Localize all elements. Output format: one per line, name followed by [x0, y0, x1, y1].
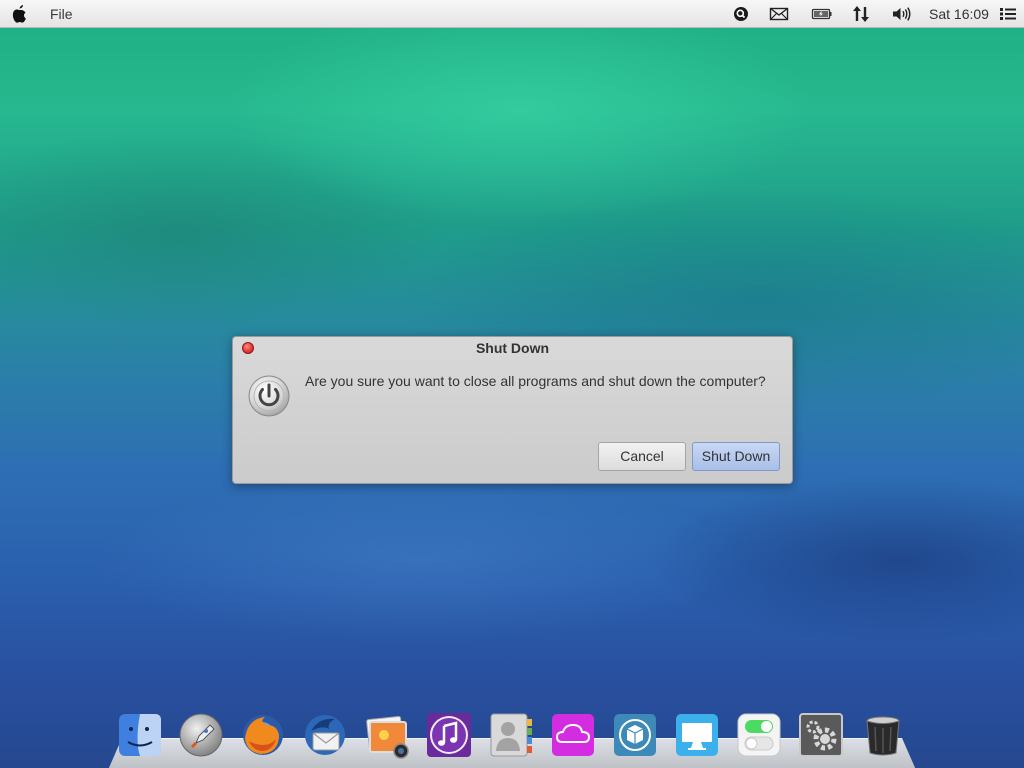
- apple-logo-icon[interactable]: [11, 4, 27, 24]
- music-icon[interactable]: [425, 711, 473, 759]
- battery-icon[interactable]: [811, 4, 833, 24]
- toggle-settings-icon[interactable]: [735, 711, 783, 759]
- clock[interactable]: Sat 16:09: [929, 6, 989, 22]
- package-icon[interactable]: [611, 711, 659, 759]
- shutdown-dialog: Shut Down Are you sure you want to close…: [232, 336, 793, 484]
- photos-icon[interactable]: [363, 711, 411, 759]
- dialog-message: Are you sure you want to close all progr…: [305, 373, 766, 389]
- dialog-title: Shut Down: [475, 340, 550, 356]
- finder-icon[interactable]: [116, 711, 164, 759]
- thunderbird-icon[interactable]: [301, 711, 349, 759]
- file-menu[interactable]: File: [50, 6, 73, 22]
- menu-list-icon[interactable]: [999, 4, 1017, 24]
- launchpad-icon[interactable]: [177, 711, 225, 759]
- shut-down-button[interactable]: Shut Down: [692, 442, 780, 471]
- mail-icon[interactable]: [769, 4, 789, 24]
- contacts-icon[interactable]: [487, 711, 535, 759]
- power-icon: [248, 375, 290, 417]
- display-icon[interactable]: [673, 711, 721, 759]
- search-icon[interactable]: [733, 4, 749, 24]
- firefox-icon[interactable]: [239, 711, 287, 759]
- volume-icon[interactable]: [891, 4, 913, 24]
- network-transfer-icon[interactable]: [852, 4, 870, 24]
- cloud-icon[interactable]: [549, 711, 597, 759]
- desktop: File Sat 16:09 Shut Down Are you sure yo…: [0, 0, 1024, 768]
- trash-icon[interactable]: [859, 711, 907, 759]
- cancel-button[interactable]: Cancel: [598, 442, 686, 471]
- system-settings-icon[interactable]: [797, 711, 845, 759]
- menu-bar: File Sat 16:09: [0, 0, 1024, 28]
